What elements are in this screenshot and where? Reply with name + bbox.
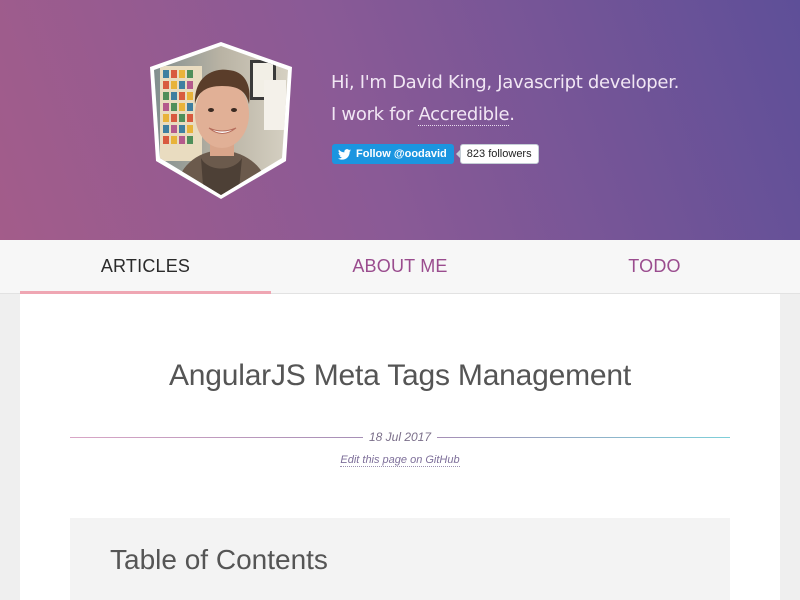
followers-count[interactable]: 823 followers (455, 144, 539, 164)
twitter-follow-widget: Follow @oodavid 823 followers (332, 144, 539, 164)
avatar (150, 42, 292, 199)
nav-tab-todo[interactable]: TODO (529, 240, 780, 294)
intro-line-1: Hi, I'm David King, Javascript developer… (331, 72, 680, 93)
accredible-link[interactable]: Accredible (418, 104, 510, 126)
intro-line-2: I work for Accredible. (331, 99, 679, 131)
edit-on-github: Edit this page on GitHub (20, 454, 780, 467)
article-date-row: 18 Jul 2017 (70, 428, 730, 446)
toc-title: Table of Contents (110, 544, 328, 575)
main-nav: ARTICLES ABOUT ME TODO (0, 240, 800, 294)
follow-label: Follow @oodavid (356, 148, 447, 160)
intro-line-2-suffix: . (509, 104, 515, 125)
twitter-bird-icon (338, 148, 351, 160)
article-title: AngularJS Meta Tags Management (168, 359, 632, 392)
twitter-follow-button[interactable]: Follow @oodavid (332, 144, 454, 164)
intro-line-2-prefix: I work for (331, 104, 419, 125)
article-date: 18 Jul 2017 (368, 430, 432, 444)
profile-header: Hi, I'm David King, Javascript developer… (0, 0, 800, 240)
edit-on-github-link[interactable]: Edit this page on GitHub (340, 454, 460, 467)
nav-tab-about-me[interactable]: ABOUT ME (271, 240, 529, 294)
article-card: AngularJS Meta Tags Management 18 Jul 20… (20, 294, 780, 600)
nav-tab-articles[interactable]: ARTICLES (20, 240, 271, 294)
divider-left (70, 436, 363, 438)
table-of-contents: Table of Contents (70, 518, 730, 600)
divider-right (437, 436, 730, 438)
intro-text: Hi, I'm David King, Javascript developer… (331, 67, 679, 131)
